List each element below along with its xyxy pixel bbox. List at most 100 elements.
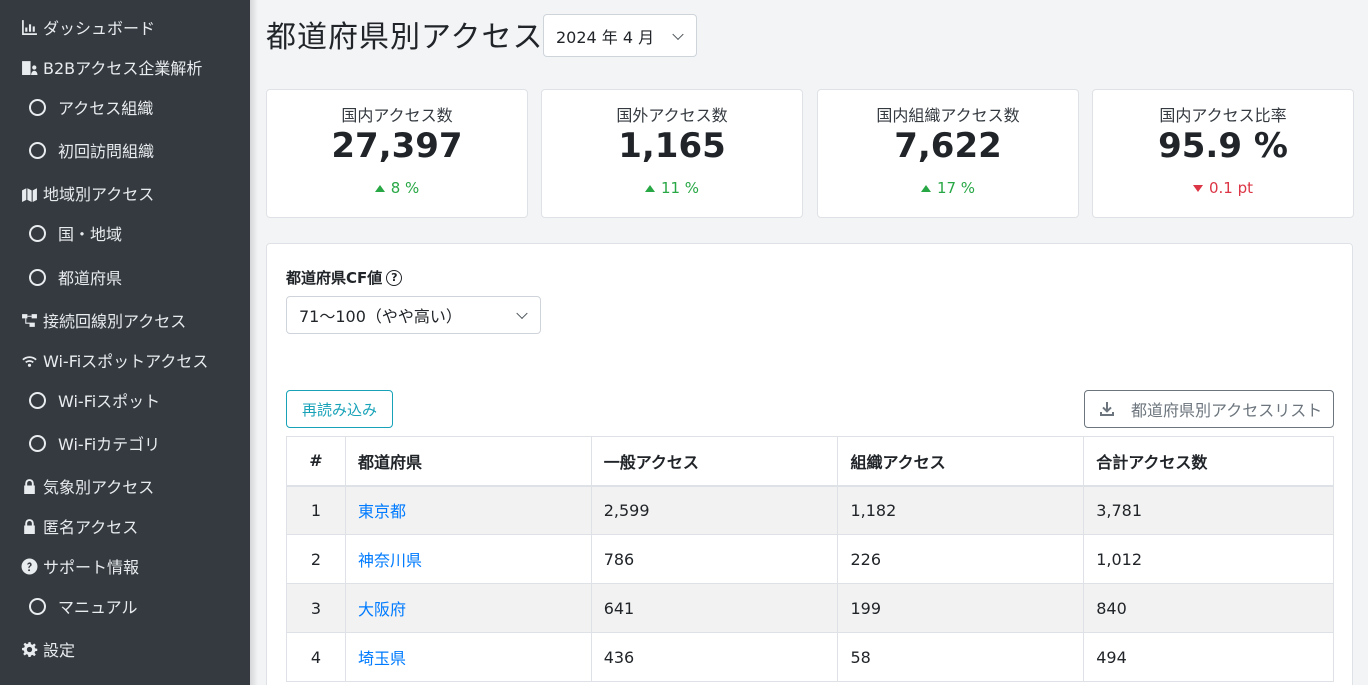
circle-icon [29, 268, 46, 286]
map-location-icon [19, 183, 39, 203]
table-row: 4 埼玉県 436 58 494 [286, 632, 1334, 682]
stat-change-value: 17 % [936, 179, 976, 197]
prefecture-link[interactable]: 大阪府 [358, 600, 406, 619]
sidebar-item-dashboard[interactable]: ダッシュボード [0, 7, 250, 47]
sidebar-item-label: 気象別アクセス [43, 478, 155, 497]
cell-rank: 1 [286, 485, 346, 535]
column-header-general-access[interactable]: 一般アクセス [590, 436, 839, 487]
stat-change-value: 0.1 pt [1208, 179, 1254, 197]
cell-general-access: 641 [590, 583, 839, 633]
cell-general-access: 436 [590, 632, 839, 682]
stat-change: 8 % [267, 179, 527, 197]
sidebar-item-label: 都道府県 [58, 269, 123, 288]
stat-card-domestic-ratio: 国内アクセス比率 95.9 % 0.1 pt [1092, 89, 1354, 218]
sidebar-item-label: Wi-Fiカテゴリ [58, 435, 161, 454]
cell-rank: 3 [286, 583, 346, 633]
stat-card-domestic-access: 国内アクセス数 27,397 8 % [266, 89, 528, 218]
cell-prefecture: 神奈川県 [344, 534, 592, 584]
sidebar-item-weather[interactable]: 気象別アクセス [0, 466, 250, 506]
cell-rank: 2 [286, 534, 346, 584]
sidebar-item-label: B2Bアクセス企業解析 [43, 59, 203, 78]
caret-up-icon [644, 184, 655, 192]
table-header-row: # 都道府県 一般アクセス 組織アクセス 合計アクセス数 [286, 436, 1334, 487]
circle-icon [29, 391, 46, 409]
table-row: 1 東京都 2,599 1,182 3,781 [286, 485, 1334, 535]
sidebar-item-wifi-spot[interactable]: Wi-Fiスポット [0, 380, 250, 420]
sidebar-item-label: アクセス組織 [58, 99, 154, 118]
prefecture-link[interactable]: 神奈川県 [358, 551, 422, 570]
sidebar-item-b2b[interactable]: B2Bアクセス企業解析 [0, 47, 250, 87]
column-header-org-access[interactable]: 組織アクセス [837, 436, 1085, 487]
cf-value-select[interactable]: 71〜100（やや高い） [286, 296, 541, 334]
cell-org-access: 1,182 [837, 485, 1085, 535]
cell-prefecture: 大阪府 [344, 583, 592, 633]
reload-button[interactable]: 再読み込み [286, 390, 393, 428]
bar-chart-icon [19, 17, 39, 37]
sidebar-item-prefecture[interactable]: 都道府県 [0, 257, 250, 297]
caret-down-icon [1192, 184, 1203, 192]
circle-icon [29, 141, 46, 159]
sidebar-item-connection[interactable]: 接続回線別アクセス [0, 300, 250, 340]
stat-label: 国外アクセス数 [616, 106, 728, 125]
gear-icon [19, 639, 39, 659]
cell-general-access: 786 [590, 534, 839, 584]
cell-rank: 4 [286, 632, 346, 682]
sidebar-item-region[interactable]: 地域別アクセス [0, 173, 250, 213]
sidebar-item-wifi[interactable]: Wi-Fiスポットアクセス [0, 340, 250, 380]
stat-change: 11 % [542, 179, 802, 197]
cell-org-access: 58 [837, 632, 1085, 682]
sidebar-item-label: サポート情報 [43, 558, 140, 577]
sidebar-item-anonymous[interactable]: 匿名アクセス [0, 506, 250, 546]
sidebar-item-manual[interactable]: マニュアル [0, 586, 250, 626]
prefecture-link[interactable]: 東京都 [358, 502, 406, 521]
circle-icon [29, 224, 46, 242]
sidebar-item-first-visit-org[interactable]: 初回訪問組織 [0, 130, 250, 170]
column-header-prefecture[interactable]: 都道府県 [344, 436, 592, 487]
stat-change-value: 11 % [660, 179, 700, 197]
sidebar-item-settings[interactable]: 設定 [0, 629, 250, 669]
download-list-label: 都道府県別アクセスリスト [1131, 401, 1323, 420]
column-header-total-access[interactable]: 合計アクセス数 [1083, 436, 1334, 487]
sidebar-item-support[interactable]: サポート情報 [0, 546, 250, 586]
lock-icon [19, 516, 39, 536]
cell-total-access: 494 [1083, 632, 1334, 682]
stat-value: 95.9 % [1158, 126, 1288, 166]
stat-change-value: 8 % [390, 179, 420, 197]
question-circle-icon [19, 556, 39, 576]
cf-filter-label-text: 都道府県CF値 [286, 269, 383, 287]
stat-label: 国内組織アクセス数 [876, 106, 1020, 125]
chevron-down-icon [672, 28, 684, 40]
cf-filter-label: 都道府県CF値 ? [286, 267, 403, 288]
help-icon[interactable]: ? [386, 269, 403, 286]
prefecture-table: # 都道府県 一般アクセス 組織アクセス 合計アクセス数 1 東京都 2,599… [286, 436, 1334, 682]
sidebar-item-label: 設定 [43, 641, 76, 660]
stat-value: 1,165 [618, 126, 726, 166]
column-header-rank[interactable]: # [286, 436, 346, 487]
stat-change: 17 % [818, 179, 1078, 197]
sidebar-item-label: 国・地域 [58, 225, 123, 244]
circle-icon [29, 98, 46, 116]
cell-total-access: 3,781 [1083, 485, 1334, 535]
sidebar-item-label: Wi-Fiスポット [58, 392, 161, 411]
cell-prefecture: 東京都 [344, 485, 592, 535]
network-icon [19, 310, 39, 330]
sidebar-item-label: 接続回線別アクセス [43, 312, 187, 331]
sidebar-item-country[interactable]: 国・地域 [0, 213, 250, 253]
download-list-button[interactable]: 都道府県別アクセスリスト [1084, 390, 1334, 428]
cf-value-select-value: 71〜100（やや高い） [299, 307, 462, 326]
sidebar-item-access-org[interactable]: アクセス組織 [0, 87, 250, 127]
cell-general-access: 2,599 [590, 485, 839, 535]
sidebar-item-label: Wi-Fiスポットアクセス [43, 352, 209, 371]
prefecture-link[interactable]: 埼玉県 [358, 649, 406, 668]
circle-icon [29, 434, 46, 452]
download-icon [1100, 402, 1114, 416]
cell-prefecture: 埼玉県 [344, 632, 592, 682]
sidebar-item-wifi-category[interactable]: Wi-Fiカテゴリ [0, 423, 250, 463]
month-select-value: 2024 年 4 月 [556, 27, 655, 47]
month-select[interactable]: 2024 年 4 月 [543, 14, 697, 57]
stat-label: 国内アクセス数 [341, 106, 453, 125]
caret-up-icon [920, 184, 931, 192]
sidebar-item-label: 地域別アクセス [43, 185, 155, 204]
sidebar-item-label: マニュアル [58, 598, 138, 617]
cell-total-access: 1,012 [1083, 534, 1334, 584]
